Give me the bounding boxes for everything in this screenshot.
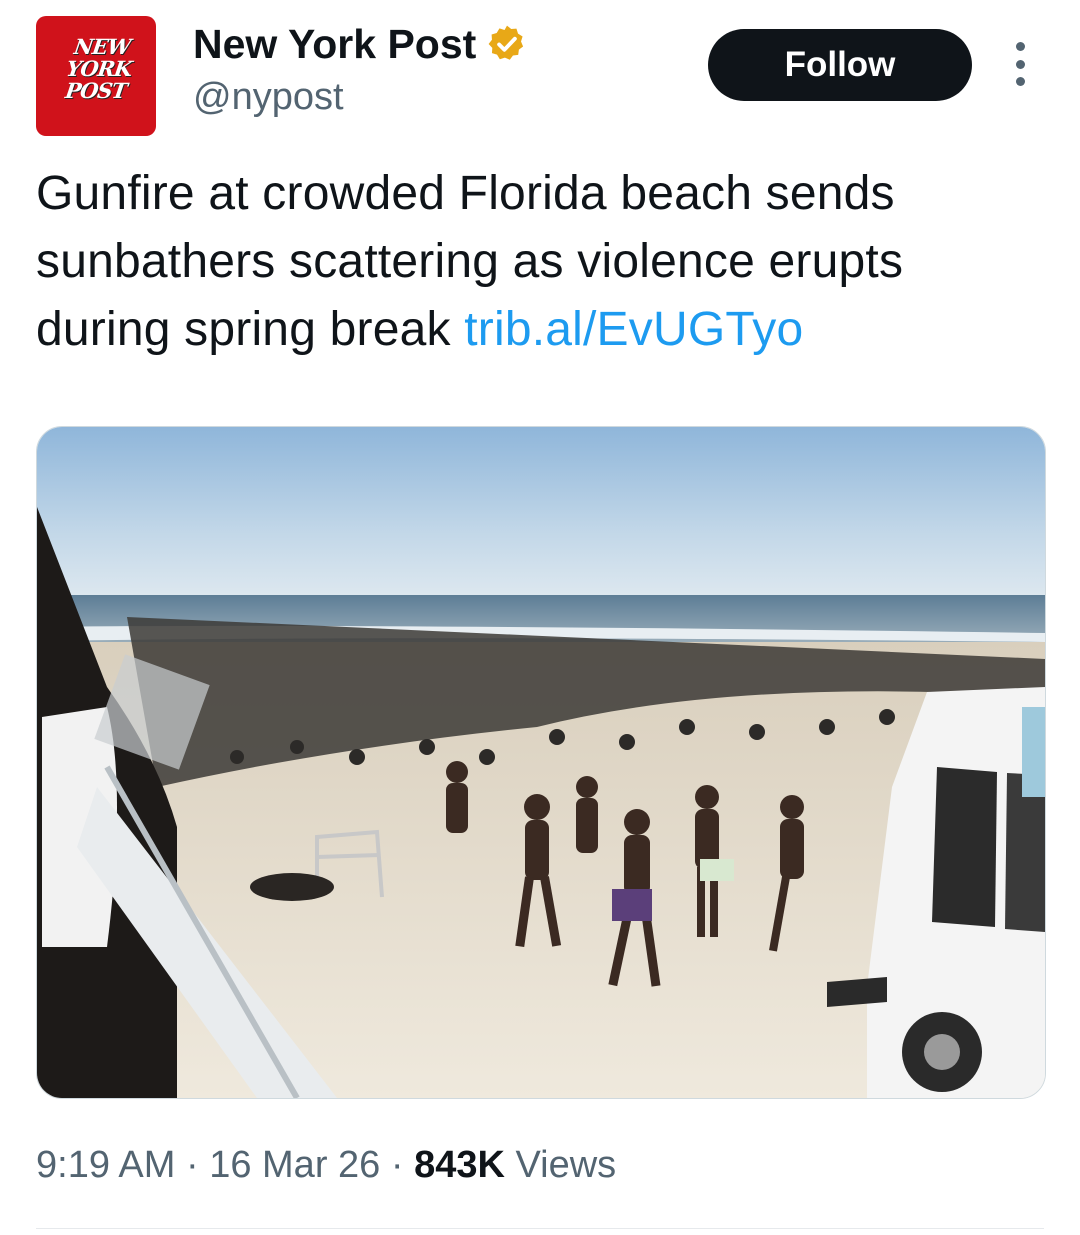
divider: [36, 1228, 1044, 1229]
author-name-row[interactable]: New York Post: [193, 18, 528, 70]
more-options-icon[interactable]: [1010, 42, 1030, 86]
views-label: Views: [515, 1144, 617, 1186]
more-dot: [1015, 59, 1025, 69]
meta-separator: ·: [390, 1144, 415, 1186]
tweet-date[interactable]: 16 Mar 26: [209, 1144, 380, 1186]
author-handle[interactable]: @nypost: [193, 72, 528, 122]
meta-separator: ·: [185, 1144, 210, 1186]
avatar-logo-text: NEW YORK POST: [63, 34, 134, 103]
author-display-name[interactable]: New York Post: [193, 18, 476, 70]
tweet-time[interactable]: 9:19 AM: [36, 1144, 175, 1186]
beach-photo: [37, 427, 1045, 1098]
more-dot: [1015, 77, 1025, 86]
author-block[interactable]: New York Post @nypost: [193, 18, 528, 122]
tweet-link[interactable]: trib.al/EvUGTyo: [464, 303, 803, 356]
follow-button[interactable]: Follow: [708, 29, 972, 101]
tweet-text: Gunfire at crowded Florida beach sends s…: [36, 160, 1046, 364]
views-count: 843K: [414, 1144, 505, 1186]
tweet-media-photo[interactable]: [36, 426, 1046, 1099]
more-dot: [1015, 42, 1025, 51]
avatar[interactable]: NEW YORK POST: [36, 16, 156, 136]
tweet-meta: 9:19 AM · 16 Mar 26 · 843K Views: [36, 1140, 616, 1190]
verified-badge-icon: [488, 25, 524, 60]
